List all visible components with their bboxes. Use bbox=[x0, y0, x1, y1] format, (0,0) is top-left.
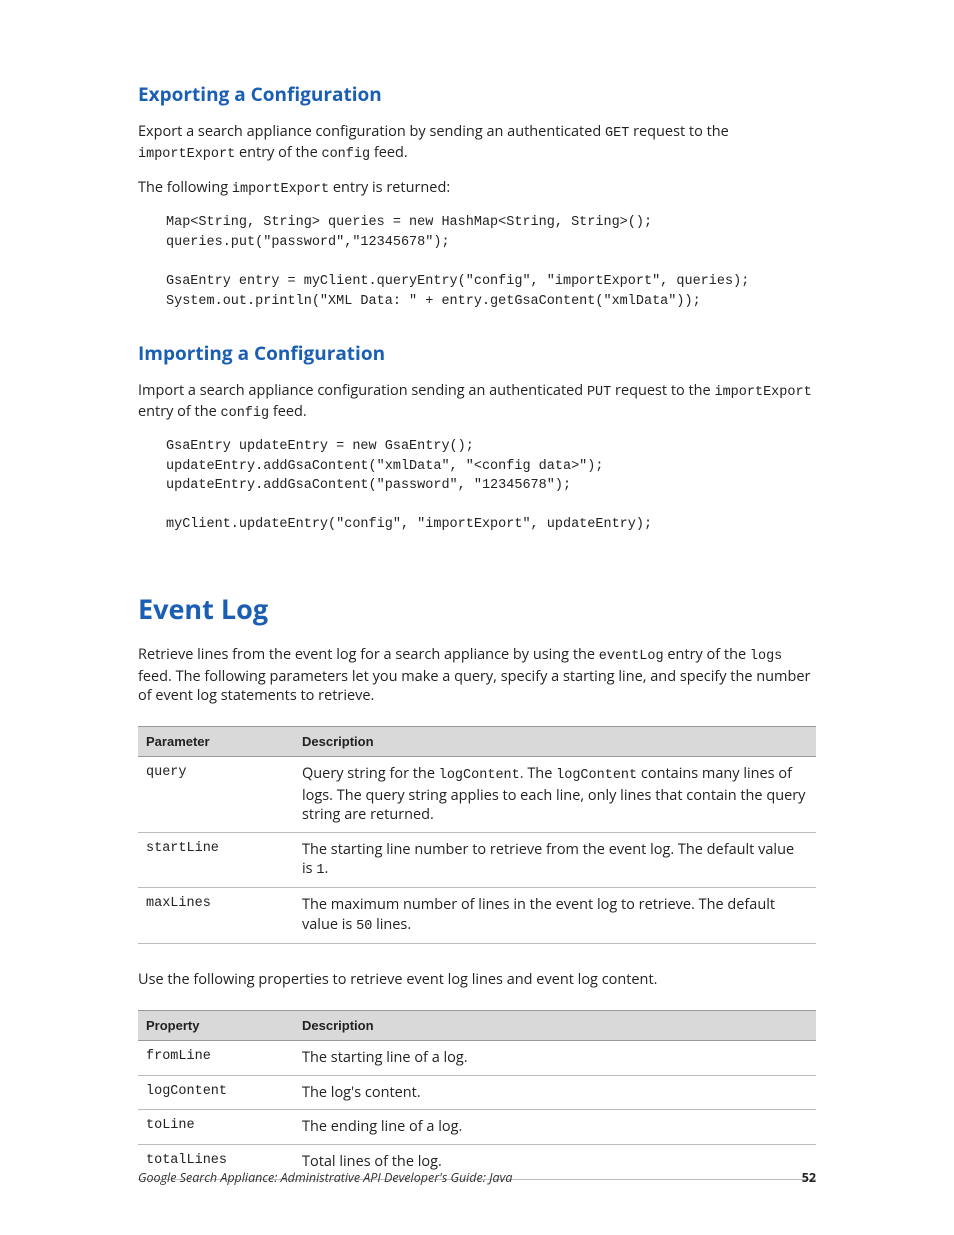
inline-code: logs bbox=[750, 649, 782, 664]
text: request to the bbox=[629, 122, 728, 141]
text: feed. The following parameters let you m… bbox=[138, 667, 810, 706]
import-code-block: GsaEntry updateEntry = new GsaEntry(); u… bbox=[166, 437, 816, 535]
prop-name: logContent bbox=[138, 1075, 294, 1110]
eventlog-para1: Retrieve lines from the event log for a … bbox=[138, 645, 816, 705]
heading-exporting: Exporting a Configuration bbox=[138, 82, 816, 108]
table-row: startLine The starting line number to re… bbox=[138, 832, 816, 888]
inline-code: importExport bbox=[232, 182, 329, 197]
inline-code: config bbox=[221, 406, 270, 421]
page-number: 52 bbox=[802, 1170, 816, 1187]
text: Export a search appliance configuration … bbox=[138, 122, 605, 141]
inline-code: logContent bbox=[556, 768, 637, 783]
col-parameter: Parameter bbox=[138, 726, 294, 757]
text: Retrieve lines from the event log for a … bbox=[138, 645, 599, 664]
col-description: Description bbox=[294, 1010, 816, 1041]
text: Query string for the bbox=[302, 764, 439, 783]
inline-code: config bbox=[321, 147, 370, 162]
prop-desc: The starting line of a log. bbox=[294, 1041, 816, 1076]
inline-code: GET bbox=[605, 126, 629, 141]
param-name: startLine bbox=[138, 832, 294, 888]
page: Exporting a Configuration Export a searc… bbox=[0, 0, 954, 1235]
text: The starting line number to retrieve fro… bbox=[302, 840, 794, 879]
param-desc: The starting line number to retrieve fro… bbox=[294, 832, 816, 888]
table-header-row: Property Description bbox=[138, 1010, 816, 1041]
export-para2: The following importExport entry is retu… bbox=[138, 178, 816, 199]
export-para1: Export a search appliance configuration … bbox=[138, 122, 816, 164]
inline-code: PUT bbox=[587, 385, 611, 400]
properties-table: Property Description fromLine The starti… bbox=[138, 1010, 816, 1180]
table-row: logContent The log's content. bbox=[138, 1075, 816, 1110]
inline-code: importExport bbox=[714, 385, 811, 400]
eventlog-para2: Use the following properties to retrieve… bbox=[138, 970, 816, 990]
export-code-block: Map<String, String> queries = new HashMa… bbox=[166, 213, 816, 311]
text: Import a search appliance configuration … bbox=[138, 381, 587, 400]
inline-code: 50 bbox=[356, 919, 372, 934]
text: entry of the bbox=[664, 645, 750, 664]
parameters-table: Parameter Description query Query string… bbox=[138, 726, 816, 944]
param-desc: Query string for the logContent. The log… bbox=[294, 757, 816, 832]
page-footer: Google Search Appliance: Administrative … bbox=[138, 1170, 816, 1187]
heading-event-log: Event Log bbox=[138, 591, 816, 627]
param-desc: The maximum number of lines in the event… bbox=[294, 888, 816, 944]
import-para1: Import a search appliance configuration … bbox=[138, 381, 816, 423]
param-name: query bbox=[138, 757, 294, 832]
text: entry of the bbox=[138, 402, 221, 421]
table-row: maxLines The maximum number of lines in … bbox=[138, 888, 816, 944]
prop-name: toLine bbox=[138, 1110, 294, 1145]
inline-code: eventLog bbox=[599, 649, 664, 664]
table-row: query Query string for the logContent. T… bbox=[138, 757, 816, 832]
prop-name: fromLine bbox=[138, 1041, 294, 1076]
inline-code: logContent bbox=[439, 768, 520, 783]
col-description: Description bbox=[294, 726, 816, 757]
text: entry of the bbox=[235, 143, 321, 162]
table-row: fromLine The starting line of a log. bbox=[138, 1041, 816, 1076]
footer-title: Google Search Appliance: Administrative … bbox=[138, 1170, 512, 1187]
text: feed. bbox=[269, 402, 307, 421]
inline-code: importExport bbox=[138, 147, 235, 162]
text: . bbox=[324, 859, 328, 878]
text: lines. bbox=[372, 915, 411, 934]
text: The following bbox=[138, 178, 232, 197]
col-property: Property bbox=[138, 1010, 294, 1041]
text: . The bbox=[520, 764, 556, 783]
heading-importing: Importing a Configuration bbox=[138, 341, 816, 367]
prop-desc: The ending line of a log. bbox=[294, 1110, 816, 1145]
table-header-row: Parameter Description bbox=[138, 726, 816, 757]
text: request to the bbox=[611, 381, 714, 400]
param-name: maxLines bbox=[138, 888, 294, 944]
table-row: toLine The ending line of a log. bbox=[138, 1110, 816, 1145]
prop-desc: The log's content. bbox=[294, 1075, 816, 1110]
text: feed. bbox=[370, 143, 408, 162]
text: entry is returned: bbox=[329, 178, 450, 197]
